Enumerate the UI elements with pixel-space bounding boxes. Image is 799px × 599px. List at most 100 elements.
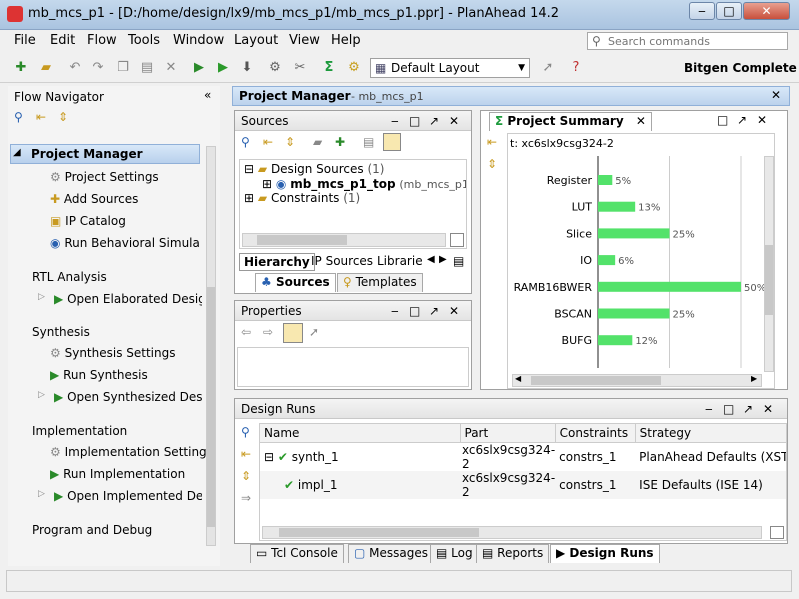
scroll-right-icon[interactable]: ▶: [751, 374, 757, 383]
vertical-scrollbar[interactable]: [764, 156, 774, 372]
run-settings-icon[interactable]: ⇒: [241, 491, 251, 505]
collapse-all-icon[interactable]: ⇤: [36, 110, 46, 124]
expand-all-icon[interactable]: ⇕: [58, 110, 68, 124]
expand-arrow-icon[interactable]: ▷: [38, 292, 45, 302]
tab-hierarchy[interactable]: Hierarchy: [239, 253, 315, 271]
menu-tools[interactable]: Tools: [128, 33, 160, 48]
tab-scroll-right-icon[interactable]: ▶: [439, 254, 447, 265]
horizontal-scrollbar[interactable]: [262, 526, 762, 539]
menu-edit[interactable]: Edit: [50, 33, 75, 48]
float-icon[interactable]: ↗: [429, 301, 439, 321]
tab-scroll-left-icon[interactable]: ◀: [427, 254, 435, 265]
table-row[interactable]: ⊟ ✔ synth_1 xc6slx9csg324-2 constrs_1 Pl…: [260, 442, 786, 471]
properties-toggle-icon[interactable]: [283, 323, 303, 343]
table-row[interactable]: ✔ impl_1 xc6slx9csg324-2 constrs_1 ISE D…: [260, 470, 786, 499]
nav-open-synthesized-design[interactable]: ▶ Open Synthesized Design: [54, 390, 202, 404]
collapse-all-icon[interactable]: ⇤: [241, 447, 251, 461]
minimize-button[interactable]: ‒: [689, 2, 715, 20]
menu-view[interactable]: View: [289, 33, 320, 48]
search-icon[interactable]: ⚲: [241, 135, 250, 149]
minimize-icon[interactable]: ‒: [705, 399, 713, 419]
tab-menu-icon[interactable]: ▤: [453, 254, 464, 268]
restore-icon[interactable]: □: [409, 301, 420, 321]
hierarchy-toggle-icon[interactable]: [383, 133, 401, 151]
horizontal-scrollbar[interactable]: ◀ ▶: [512, 374, 762, 387]
nav-run-behavioral-simulation[interactable]: ◉ Run Behavioral Simulation: [50, 236, 200, 250]
properties-icon[interactable]: ▤: [363, 135, 374, 149]
program-debug-section[interactable]: Program and Debug: [32, 523, 152, 537]
tab-reports[interactable]: ▤ Reports: [476, 544, 550, 563]
close-icon[interactable]: ✕: [757, 113, 767, 127]
collapse-icon[interactable]: «: [204, 88, 211, 102]
run-all-icon[interactable]: ▶: [190, 59, 208, 77]
restore-icon[interactable]: □: [723, 399, 734, 419]
horizontal-scrollbar[interactable]: [242, 233, 446, 247]
delete-icon[interactable]: ✕: [162, 59, 180, 77]
nav-open-elaborated-design[interactable]: ▶ Open Elaborated Design: [54, 292, 202, 306]
tree-top-module[interactable]: ⊞ ◉ mb_mcs_p1_top (mb_mcs_p1_t: [262, 177, 466, 191]
close-icon[interactable]: ✕: [636, 114, 646, 128]
column-part[interactable]: Part: [460, 424, 556, 443]
help-icon[interactable]: ?: [567, 59, 585, 77]
tab-project-summary[interactable]: Σ Project Summary ✕: [489, 112, 652, 131]
synthesis-section[interactable]: Synthesis: [32, 325, 90, 339]
expand-all-icon[interactable]: ⇕: [285, 135, 295, 149]
expand-all-icon[interactable]: ⇕: [241, 469, 251, 483]
column-name[interactable]: Name: [260, 424, 461, 443]
restore-icon[interactable]: □: [717, 113, 728, 127]
close-icon[interactable]: ✕: [449, 111, 459, 131]
program-icon[interactable]: ⬇: [238, 59, 256, 77]
forward-icon[interactable]: ⇨: [263, 325, 273, 339]
copy-icon[interactable]: ❐: [114, 59, 132, 77]
menu-file[interactable]: File: [14, 33, 36, 48]
restore-icon[interactable]: □: [409, 111, 420, 131]
tab-templates[interactable]: ♀ Templates: [337, 273, 423, 292]
tree-design-sources[interactable]: ⊟ ▰ Design Sources (1): [244, 162, 384, 176]
back-icon[interactable]: ⇦: [241, 325, 251, 339]
rtl-analysis-section[interactable]: RTL Analysis: [32, 270, 107, 284]
nav-project-settings[interactable]: ⚙ Project Settings: [50, 170, 159, 184]
close-icon[interactable]: ✕: [763, 399, 773, 419]
tab-ip-sources[interactable]: IP Sources: [311, 254, 373, 268]
close-button[interactable]: ✕: [743, 2, 790, 20]
tab-design-runs[interactable]: ▶ Design Runs: [550, 544, 660, 563]
search-input[interactable]: [608, 34, 784, 48]
nav-implementation-settings[interactable]: ⚙ Implementation Settings: [50, 445, 213, 459]
float-icon[interactable]: ↗: [737, 113, 747, 127]
close-icon[interactable]: ✕: [449, 301, 459, 321]
layout-dropdown[interactable]: ▦ Default Layout ▼: [370, 58, 530, 78]
tab-libraries[interactable]: Libraries: [377, 254, 423, 268]
column-strategy[interactable]: Strategy: [635, 424, 786, 443]
float-icon[interactable]: ↗: [743, 399, 753, 419]
nav-ip-catalog[interactable]: ▣ IP Catalog: [50, 214, 126, 228]
tab-messages[interactable]: ▢ Messages: [348, 544, 435, 563]
nav-add-sources[interactable]: ✚ Add Sources: [50, 192, 138, 206]
tab-sources[interactable]: ♣ Sources: [255, 273, 336, 292]
tools-icon[interactable]: ✂: [291, 59, 309, 77]
float-icon[interactable]: ↗: [429, 111, 439, 131]
maximize-button[interactable]: □: [716, 2, 742, 20]
gear-icon[interactable]: ⚙: [345, 59, 363, 77]
summary-icon[interactable]: Σ: [320, 59, 338, 77]
scroll-left-icon[interactable]: ◀: [515, 374, 521, 383]
tree-constraints[interactable]: ⊞ ▰ Constraints (1): [244, 191, 360, 205]
search-icon[interactable]: ⚲: [14, 110, 23, 124]
pointer-icon[interactable]: ➚: [539, 59, 557, 77]
nav-run-synthesis[interactable]: ▶ Run Synthesis: [50, 368, 148, 382]
scrollbar[interactable]: [206, 146, 216, 546]
paste-icon[interactable]: ▤: [138, 59, 156, 77]
column-constraints[interactable]: Constraints: [555, 424, 636, 443]
folder-icon[interactable]: ▰: [313, 135, 322, 149]
expand-arrow-icon[interactable]: ▷: [38, 489, 45, 499]
tab-log[interactable]: ▤ Log: [430, 544, 479, 563]
pointer-icon[interactable]: ➚: [309, 325, 319, 339]
menu-layout[interactable]: Layout: [234, 33, 278, 48]
implementation-section[interactable]: Implementation: [32, 424, 127, 438]
nav-open-implemented-design[interactable]: ▶ Open Implemented Design: [54, 489, 202, 503]
minimize-icon[interactable]: ‒: [391, 111, 399, 131]
nav-synthesis-settings[interactable]: ⚙ Synthesis Settings: [50, 346, 175, 360]
undo-icon[interactable]: ↶: [66, 59, 84, 77]
new-project-icon[interactable]: ✚: [12, 59, 30, 77]
collapse-all-icon[interactable]: ⇤: [487, 135, 497, 149]
redo-icon[interactable]: ↷: [89, 59, 107, 77]
